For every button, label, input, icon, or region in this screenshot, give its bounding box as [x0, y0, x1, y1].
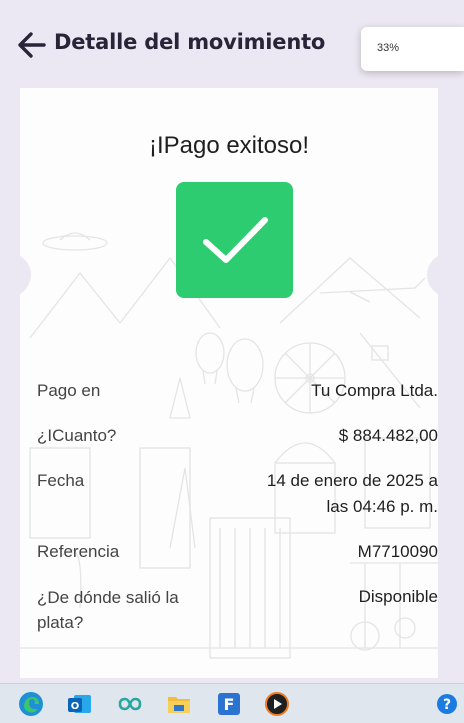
- funding-source-label: ¿De dónde salió la plata?: [37, 585, 179, 635]
- payment-success-title: ¡IPago exitoso!: [148, 132, 310, 159]
- funding-source-label-line1: ¿De dónde salió la: [37, 588, 179, 607]
- zoom-level-popup: 33%: [361, 27, 464, 71]
- forms-icon[interactable]: F: [215, 690, 243, 718]
- funding-source-value: Disponible: [358, 587, 438, 606]
- amount-value: $ 884.482,00: [338, 426, 438, 445]
- outlook-icon[interactable]: O: [66, 690, 94, 718]
- reference-label: Referencia: [37, 542, 120, 561]
- date-value: 14 de enero de 2025 a las 04:46 p. m.: [218, 468, 438, 520]
- checkmark-icon: [203, 217, 268, 263]
- receipt-card: ¡IPago exitoso! Pago en Tu Compra Ltda. …: [9, 88, 449, 678]
- payee-value: Tu Compra Ltda.: [311, 381, 438, 400]
- back-arrow-icon[interactable]: [16, 30, 48, 60]
- funding-source-label-line2: plata?: [37, 613, 84, 632]
- help-icon[interactable]: ?: [436, 693, 458, 715]
- edge-icon[interactable]: [17, 690, 45, 718]
- media-player-icon[interactable]: [263, 690, 291, 718]
- svg-text:O: O: [71, 701, 80, 712]
- copilot-loop-icon[interactable]: [116, 690, 144, 718]
- date-value-line1: 14 de enero de 2025 a: [266, 471, 438, 490]
- payee-label: Pago en: [37, 381, 101, 400]
- success-badge: [176, 182, 293, 298]
- svg-text:F: F: [224, 695, 235, 714]
- amount-label: ¿ICuanto?: [37, 426, 117, 445]
- reference-value: M7710090: [357, 542, 438, 561]
- ticket-scalloped-edge-bottom: [20, 673, 438, 678]
- help-icon-symbol: ?: [443, 697, 451, 713]
- page-title: Detalle del movimiento: [54, 30, 326, 54]
- zoom-level-text: 33%: [377, 42, 400, 54]
- date-value-line2: las 04:46 p. m.: [326, 497, 438, 516]
- date-label: Fecha: [37, 471, 85, 490]
- file-explorer-icon[interactable]: [165, 690, 193, 718]
- taskbar: O F ?: [0, 683, 464, 723]
